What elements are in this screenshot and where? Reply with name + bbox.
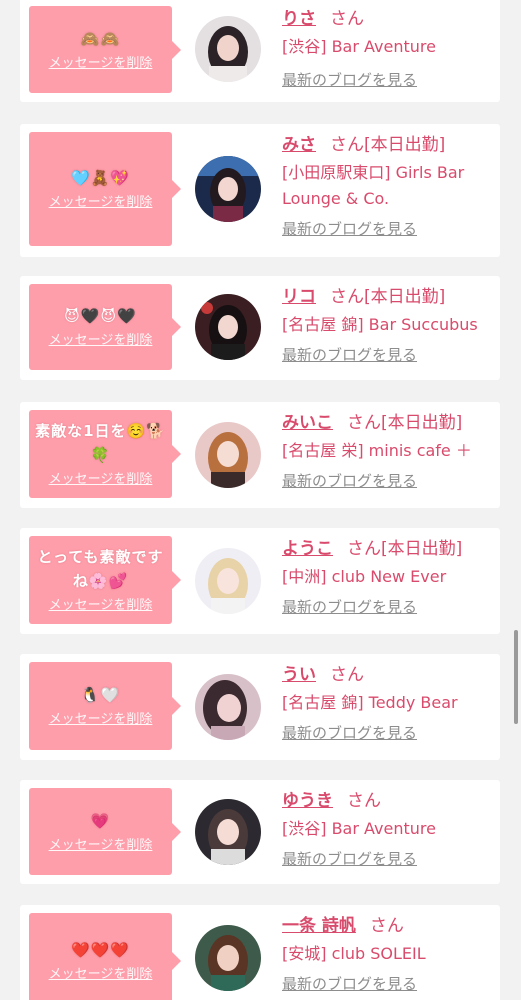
message-list: 🙈🙈 メッセージを削除 りさ さん [渋谷] Bar Aventure 最新のブロ…	[0, 0, 521, 1000]
message-bubble: 💗 メッセージを削除	[29, 788, 181, 875]
user-name-link[interactable]: うい	[282, 665, 316, 685]
list-item: 素敵な1日を☺️🐕🍀 メッセージを削除 みいこ さん[本日出勤] [名古屋 栄] …	[20, 402, 500, 508]
message-text: とっても素敵ですね🌸💕	[37, 548, 164, 590]
list-item: ❤️❤️❤️ メッセージを削除 一条 詩帆 さん [安城] club SOLEIL…	[20, 905, 500, 1000]
shop-name: [名古屋 栄] minis cafe ＋	[282, 441, 472, 460]
message-text: ❤️❤️❤️	[70, 940, 131, 959]
list-item: 🐧🤍 メッセージを削除 うい さん [名古屋 錦] Teddy Bear 最新のブ…	[20, 654, 500, 760]
status-badge: [本日出勤]	[364, 135, 446, 155]
delete-message-link[interactable]: メッセージを削除	[49, 837, 153, 855]
shop-name: [渋谷] Bar Aventure	[282, 819, 436, 838]
delete-message-link[interactable]: メッセージを削除	[49, 597, 153, 615]
message-text: 😈🖤😈🖤	[64, 307, 137, 325]
status-badge: [本日出勤]	[364, 287, 446, 307]
message-bubble: 素敵な1日を☺️🐕🍀 メッセージを削除	[29, 410, 181, 498]
latest-blog-link[interactable]: 最新のブログを見る	[282, 344, 417, 366]
delete-message-link[interactable]: メッセージを削除	[49, 55, 153, 73]
avatar[interactable]	[195, 799, 261, 865]
shop-name: [中洲] club New Ever	[282, 567, 447, 586]
latest-blog-link[interactable]: 最新のブログを見る	[282, 848, 417, 870]
avatar[interactable]	[195, 156, 261, 222]
avatar[interactable]	[195, 548, 261, 614]
delete-message-link[interactable]: メッセージを削除	[49, 332, 153, 350]
message-bubble: 😈🖤😈🖤 メッセージを削除	[29, 284, 181, 370]
shop-name: [名古屋 錦] Teddy Bear	[282, 693, 458, 712]
message-bubble: 🙈🙈 メッセージを削除	[29, 6, 181, 93]
delete-message-link[interactable]: メッセージを削除	[49, 194, 153, 212]
list-item: 🩵🧸💖 メッセージを削除 みさ さん[本日出勤] [小田原駅東口] Girls B…	[20, 124, 500, 257]
message-text: 💗	[90, 811, 111, 830]
delete-message-link[interactable]: メッセージを削除	[49, 966, 153, 984]
list-item: とっても素敵ですね🌸💕 メッセージを削除 ようこ さん[本日出勤] [中洲] cl…	[20, 528, 500, 634]
message-bubble: 🩵🧸💖 メッセージを削除	[29, 132, 181, 246]
honorific: さん	[369, 916, 404, 936]
honorific: さん	[330, 287, 364, 307]
list-item: 💗 メッセージを削除 ゆうき さん [渋谷] Bar Aventure 最新のブロ…	[20, 780, 500, 884]
list-item: 😈🖤😈🖤 メッセージを削除 リコ さん[本日出勤] [名古屋 錦] Bar Suc…	[20, 276, 500, 380]
avatar[interactable]	[195, 294, 261, 360]
user-name-link[interactable]: 一条 詩帆	[282, 916, 356, 936]
user-name-link[interactable]: みいこ	[282, 413, 333, 433]
latest-blog-link[interactable]: 最新のブログを見る	[282, 973, 417, 995]
honorific: さん	[330, 135, 364, 155]
message-text: 🩵🧸💖	[70, 169, 131, 187]
shop-name: [渋谷] Bar Aventure	[282, 37, 436, 56]
latest-blog-link[interactable]: 最新のブログを見る	[282, 722, 417, 744]
latest-blog-link[interactable]: 最新のブログを見る	[282, 69, 417, 91]
message-bubble: ❤️❤️❤️ メッセージを削除	[29, 913, 181, 1000]
scrollbar[interactable]	[514, 630, 518, 724]
honorific: さん	[330, 9, 364, 29]
list-item: 🙈🙈 メッセージを削除 りさ さん [渋谷] Bar Aventure 最新のブロ…	[20, 0, 500, 102]
shop-name: [名古屋 錦] Bar Succubus	[282, 315, 478, 334]
status-badge: [本日出勤]	[381, 539, 463, 559]
shop-name: [小田原駅東口] Girls Bar Lounge & Co.	[282, 163, 465, 208]
avatar[interactable]	[195, 674, 261, 740]
honorific: さん	[347, 539, 381, 559]
message-text: 🐧🤍	[80, 686, 121, 704]
latest-blog-link[interactable]: 最新のブログを見る	[282, 596, 417, 618]
latest-blog-link[interactable]: 最新のブログを見る	[282, 470, 417, 492]
delete-message-link[interactable]: メッセージを削除	[49, 471, 153, 489]
honorific: さん	[347, 791, 381, 811]
message-text: 素敵な1日を☺️🐕🍀	[35, 422, 166, 464]
message-text: 🙈🙈	[80, 29, 121, 48]
honorific: さん	[347, 413, 381, 433]
avatar[interactable]	[195, 925, 261, 991]
user-name-link[interactable]: みさ	[282, 135, 316, 155]
avatar[interactable]	[195, 16, 261, 82]
delete-message-link[interactable]: メッセージを削除	[49, 711, 153, 729]
shop-name: [安城] club SOLEIL	[282, 944, 426, 963]
user-name-link[interactable]: ようこ	[282, 539, 333, 559]
honorific: さん	[330, 665, 364, 685]
latest-blog-link[interactable]: 最新のブログを見る	[282, 218, 417, 240]
message-bubble: とっても素敵ですね🌸💕 メッセージを削除	[29, 536, 181, 624]
message-bubble: 🐧🤍 メッセージを削除	[29, 662, 181, 750]
status-badge: [本日出勤]	[381, 413, 463, 433]
user-name-link[interactable]: ゆうき	[282, 791, 333, 811]
user-name-link[interactable]: リコ	[282, 287, 316, 307]
avatar[interactable]	[195, 422, 261, 488]
user-name-link[interactable]: りさ	[282, 9, 316, 29]
